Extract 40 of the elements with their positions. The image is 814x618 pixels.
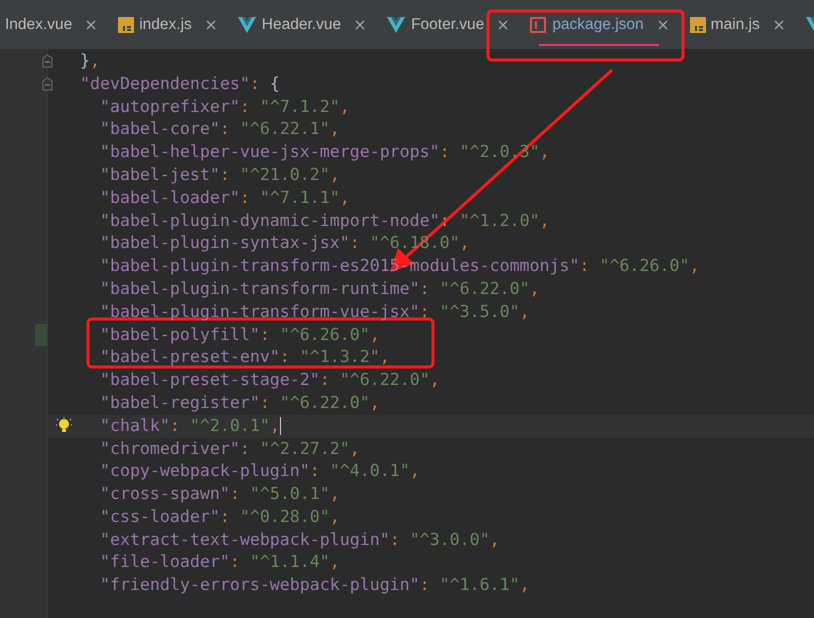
- code-line: "babel-jest": "^21.0.2",: [98, 164, 340, 186]
- close-icon[interactable]: [498, 20, 508, 30]
- v-logo-icon: [387, 16, 406, 32]
- code-line: "devDependencies": {: [80, 72, 280, 95]
- code-line: },: [80, 50, 100, 72]
- code-line: "babel-polyfill": "^6.26.0",: [98, 324, 380, 346]
- editor-tab[interactable]: index.js: [107, 0, 227, 49]
- code-line: "extract-text-webpack-plugin": "^3.0.0",: [98, 528, 500, 551]
- code-line: "autoprefixer": "^7.1.2",: [98, 96, 350, 118]
- code-line: "babel-plugin-dynamic-import-node": "^1.2.0",: [98, 210, 550, 232]
- editor-tab[interactable]: Header.vue: [226, 0, 376, 49]
- close-icon[interactable]: [774, 20, 784, 30]
- code-line: "babel-plugin-transform-vue-jsx": "^3.5.0",: [98, 300, 530, 323]
- js-file-icon: [118, 16, 134, 32]
- close-icon[interactable]: [355, 20, 366, 30]
- code-line: "babel-register": "^6.22.0",: [98, 392, 380, 414]
- editor-tab[interactable]: Footer.vue: [376, 0, 520, 49]
- close-icon[interactable]: [86, 20, 96, 30]
- fold-icon[interactable]: [42, 76, 53, 91]
- code-line: "babel-preset-env": "^1.3.2",: [98, 346, 390, 368]
- code-line: "chalk": "^2.0.1",: [98, 414, 280, 437]
- code-line: "friendly-errors-webpack-plugin": "^1.6.1",: [98, 574, 530, 596]
- editor-tab[interactable]: main.js: [678, 0, 795, 49]
- code-line: "file-loader": "^1.1.4",: [98, 551, 340, 574]
- code-line: "copy-webpack-plugin": "^4.0.1",: [98, 460, 420, 482]
- code-line: "babel-preset-stage-2": "^6.22.0",: [98, 369, 440, 392]
- code-line: "chromedriver": "^2.27.2",: [98, 438, 360, 460]
- close-icon[interactable]: [658, 20, 668, 30]
- code-line: "babel-plugin-transform-runtime": "^6.22.0",: [98, 278, 540, 300]
- editor-tab[interactable]: package.json: [519, 0, 679, 49]
- v-logo-icon: [238, 16, 256, 32]
- code-line: "css-loader": "^0.28.0",: [98, 506, 340, 528]
- editor-tab[interactable]: Index.vue: [0, 0, 108, 49]
- fold-icon[interactable]: [42, 54, 53, 68]
- code-line: "babel-core": "^6.22.1",: [98, 118, 340, 140]
- code-line: "babel-loader": "^7.1.1",: [98, 186, 350, 209]
- code-line: "cross-spawn": "^5.0.1",: [98, 483, 340, 506]
- json-file-icon: [530, 16, 546, 32]
- close-icon[interactable]: [206, 20, 216, 30]
- js-file-icon: [690, 16, 706, 32]
